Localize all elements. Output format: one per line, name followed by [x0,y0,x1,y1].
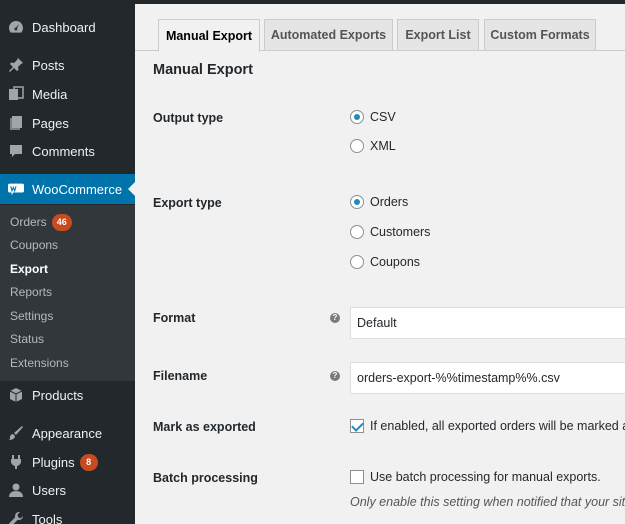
tab-export-list[interactable]: Export List [397,19,479,51]
mark-exported-checkbox[interactable] [350,419,364,433]
submenu-extensions[interactable]: Extensions [10,354,69,372]
menu-pages[interactable]: Pages [0,109,135,137]
paintbrush-icon [8,425,24,441]
batch-processing-label: Batch processing [153,471,258,485]
format-select-value: Default [357,316,397,330]
submenu-settings[interactable]: Settings [10,307,53,325]
menu-comments[interactable]: Comments [0,137,135,165]
submenu-status[interactable]: Status [10,330,44,348]
export-type-coupons-radio[interactable] [350,255,364,269]
submenu-coupons[interactable]: Coupons [10,236,58,254]
submenu-reports[interactable]: Reports [10,283,52,301]
submenu-reports-label: Reports [10,285,53,299]
pages-icon [8,115,24,131]
export-type-label: Export type [153,196,222,210]
menu-media-label: Media [32,86,68,102]
media-icon [8,86,24,102]
submenu-export[interactable]: Export [10,260,48,278]
tab-custom-formats-label: Custom Formats [490,28,590,42]
export-type-customers-radio[interactable] [350,225,364,239]
tab-manual-export[interactable]: Manual Export [158,19,260,52]
menu-tools-label: Tools [32,511,63,524]
filename-help-icon[interactable]: ? [330,371,340,381]
tab-automated-exports-label: Automated Exports [270,28,387,42]
menu-tools[interactable]: Tools [0,505,135,524]
batch-processing-description: Only enable this setting when notified t… [350,495,625,509]
box-icon [8,387,24,403]
format-label: Format [153,311,196,325]
filename-label: Filename [153,369,208,383]
admin-sidebar: Dashboard Posts Media Pages Comments Woo… [0,0,135,524]
pushpin-icon [8,57,24,73]
menu-products[interactable]: Products [0,381,135,409]
submenu-extensions-label: Extensions [10,356,69,370]
submenu-settings-label: Settings [10,309,54,323]
mark-exported-label: Mark as exported [153,420,256,434]
menu-plugins[interactable]: Plugins 8 [0,448,135,476]
plug-icon [8,454,24,470]
export-type-orders-label[interactable]: Orders [370,195,408,209]
tab-automated-exports[interactable]: Automated Exports [264,19,393,51]
woocommerce-submenu: Orders 46 Coupons Export Reports Setting… [0,205,135,381]
export-type-coupons-label[interactable]: Coupons [370,255,420,269]
format-select[interactable]: Default [350,307,625,339]
filename-input-value: orders-export-%%timestamp%%.csv [357,371,560,385]
menu-woocommerce[interactable]: WooCommerce [0,174,135,204]
wrench-icon [8,511,24,524]
menu-users-label: Users [32,482,66,498]
tab-manual-export-label: Manual Export [165,28,253,43]
menu-woocommerce-label: WooCommerce [32,181,123,197]
export-type-orders-radio[interactable] [350,195,364,209]
tab-export-list-label: Export List [405,28,471,42]
menu-plugins-label: Plugins [32,454,75,470]
format-help-icon[interactable]: ? [330,313,340,323]
admin-bar-edge [135,0,625,4]
submenu-coupons-label: Coupons [10,238,59,252]
submenu-status-label: Status [10,332,45,346]
comment-icon [8,143,24,159]
submenu-orders-label: Orders [10,215,47,229]
menu-appearance-label: Appearance [32,425,103,441]
plugins-update-badge: 8 [79,453,98,471]
output-type-label: Output type [153,111,224,125]
tab-custom-formats[interactable]: Custom Formats [484,19,596,51]
batch-processing-text[interactable]: Use batch processing for manual exports. [370,470,601,484]
output-type-csv-radio[interactable] [350,110,364,124]
menu-products-label: Products [32,387,84,403]
menu-users[interactable]: Users [0,476,135,504]
output-type-xml-radio[interactable] [350,139,364,153]
menu-comments-label: Comments [32,143,95,159]
submenu-export-label: Export [10,262,49,276]
menu-dashboard[interactable]: Dashboard [0,13,135,41]
menu-appearance[interactable]: Appearance [0,419,135,447]
mark-exported-text[interactable]: If enabled, all exported orders will be … [370,419,625,433]
menu-media[interactable]: Media [0,80,135,108]
orders-count-badge: 46 [51,213,72,231]
menu-dashboard-label: Dashboard [32,19,96,35]
page-title: Manual Export [153,62,253,78]
output-type-csv-label[interactable]: CSV [370,110,396,124]
output-type-xml-label[interactable]: XML [370,139,396,153]
menu-posts[interactable]: Posts [0,51,135,79]
menu-posts-label: Posts [32,57,65,73]
woocommerce-icon [8,181,24,197]
export-type-customers-label[interactable]: Customers [370,225,430,239]
main-content: Manual Export Automated Exports Export L… [135,0,625,524]
filename-input[interactable]: orders-export-%%timestamp%%.csv [350,362,625,394]
user-icon [8,482,24,498]
dashboard-icon [8,19,24,35]
submenu-orders[interactable]: Orders 46 [10,213,72,231]
menu-pages-label: Pages [32,115,69,131]
batch-processing-checkbox[interactable] [350,470,364,484]
